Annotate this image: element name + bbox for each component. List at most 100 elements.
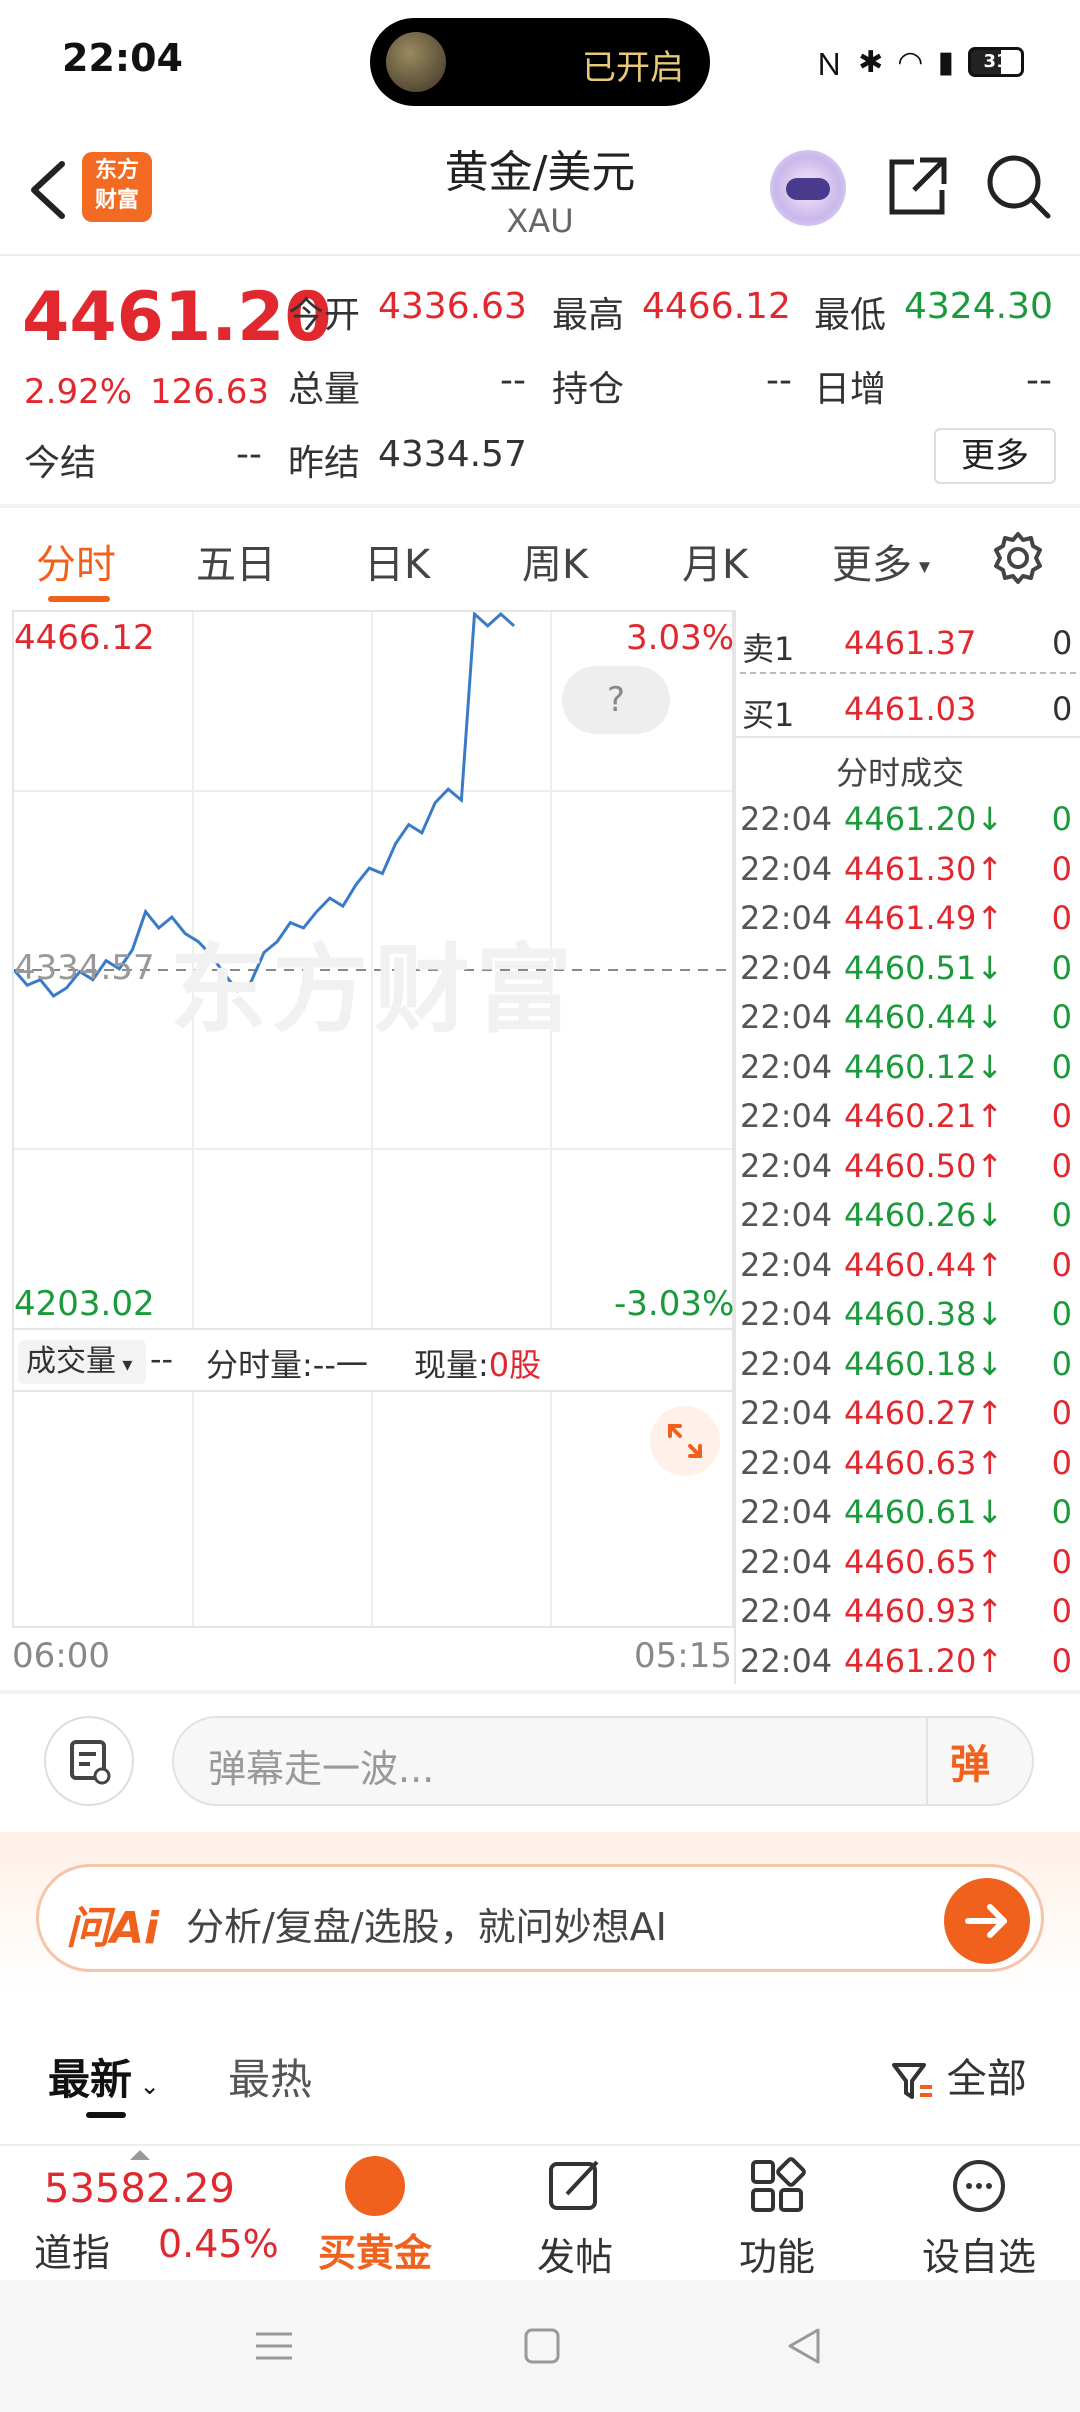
trade-price: 4460.26↓ — [844, 1196, 1004, 1234]
trade-price: 4460.63↑ — [844, 1443, 1004, 1482]
nfc-icon: Ｎ — [814, 48, 845, 83]
sell1-price: 4461.37 — [844, 624, 977, 662]
dropdown-icon: ▾ — [116, 1352, 133, 1376]
change-amount: 126.63 — [150, 372, 269, 412]
trade-price: 4461.20↓ — [844, 800, 1004, 838]
arrow-right-icon[interactable] — [944, 1878, 1030, 1964]
page-title: 黄金/美元 — [444, 147, 636, 198]
add-watchlist-button[interactable]: 设自选 — [904, 2156, 1054, 2281]
back-nav-icon[interactable] — [784, 2326, 824, 2370]
notes-icon[interactable] — [44, 1716, 134, 1806]
filter-icon — [892, 2063, 932, 2099]
low-label: 最低 — [814, 295, 887, 336]
search-icon[interactable] — [984, 152, 1052, 224]
news-tab-hot[interactable]: 最热 — [228, 2046, 312, 2107]
trade-volume: 0 — [1051, 1344, 1072, 1383]
trade-price: 4460.18↓ — [844, 1344, 1004, 1383]
time-volume-label: 分时量:--一 — [206, 1346, 368, 1384]
volume-chart[interactable] — [12, 1390, 734, 1628]
trade-time: 22:04 — [740, 1146, 833, 1185]
settle-label: 今结 — [24, 443, 97, 484]
battery-icon: 31 — [968, 47, 1024, 77]
trade-price: 4461.30↑ — [844, 849, 1004, 888]
trade-time: 22:04 — [740, 1295, 833, 1333]
ai-assistant-avatar[interactable] — [770, 150, 846, 226]
trade-volume: 0 — [1051, 1295, 1072, 1333]
expand-icon[interactable] — [650, 1406, 720, 1476]
watermark: 东方财富 — [170, 934, 578, 1046]
status-time: 22:04 — [62, 36, 183, 80]
trade-row: 22:04 4460.21↑ 0 — [740, 1097, 1076, 1145]
trade-row: 22:04 4460.27↑ 0 — [740, 1394, 1076, 1442]
trade-time: 22:04 — [740, 1493, 833, 1531]
tab-monthly-k[interactable]: 月K — [682, 532, 748, 590]
trade-price: 4460.50↑ — [844, 1146, 1004, 1185]
tab-daily-k[interactable]: 日K — [364, 532, 430, 590]
danmaku-toggle-button[interactable]: 弹 — [950, 1732, 990, 1790]
buy1-volume: 0 — [1052, 690, 1073, 728]
trade-price: 4460.44↓ — [844, 998, 1004, 1036]
trade-row: 22:04 4461.49↑ 0 — [740, 899, 1076, 947]
share-icon[interactable] — [884, 152, 952, 224]
open-interest-label: 持仓 — [552, 369, 625, 410]
edit-icon — [549, 2160, 599, 2210]
trade-volume: 0 — [1051, 998, 1072, 1036]
trade-price: 4461.49↑ — [844, 899, 1004, 937]
tab-more[interactable]: 更多 ▾ — [832, 532, 930, 590]
sell1-volume: 0 — [1052, 624, 1073, 662]
more-button[interactable]: 更多 — [934, 428, 1056, 484]
volume-value: -- — [500, 360, 526, 401]
dynamic-island[interactable]: 已开启 — [370, 18, 710, 106]
gear-icon[interactable] — [990, 530, 1046, 590]
trade-volume: 0 — [1051, 948, 1072, 987]
ai-logo: 问Ai — [66, 1903, 160, 1954]
dow-index-value[interactable]: 53582.29 — [44, 2166, 235, 2212]
buy-gold-button[interactable]: 买黄金 — [300, 2156, 450, 2277]
trade-time: 22:04 — [740, 849, 833, 888]
trade-time: 22:04 — [740, 1542, 833, 1581]
open-value: 4336.63 — [378, 286, 527, 327]
change-percent: 2.92% — [24, 372, 133, 412]
ai-prompt-text: 分析/复盘/选股，就问妙想AI — [186, 1905, 667, 1949]
trade-volume: 0 — [1051, 849, 1072, 888]
trade-volume: 0 — [1051, 1097, 1072, 1135]
trade-row: 22:04 4460.12↓ 0 — [740, 1048, 1076, 1096]
news-tab-latest[interactable]: 最新 ⌄ — [48, 2046, 160, 2107]
tab-five-day[interactable]: 五日 — [196, 532, 276, 590]
trade-time: 22:04 — [740, 948, 833, 987]
flashlight-icon — [386, 32, 446, 92]
grid-icon — [751, 2157, 806, 2212]
functions-button[interactable]: 功能 — [702, 2156, 852, 2281]
trade-time: 22:04 — [740, 1592, 833, 1630]
low-value: 4324.30 — [904, 286, 1053, 327]
menu-icon[interactable] — [254, 2326, 294, 2370]
active-tab-indicator — [48, 596, 110, 602]
back-icon[interactable] — [20, 150, 80, 230]
help-button[interactable]: ? — [562, 666, 670, 734]
trade-time: 22:04 — [740, 1394, 833, 1432]
trade-volume: 0 — [1051, 1542, 1072, 1581]
trade-row: 22:04 4460.61↓ 0 — [740, 1493, 1076, 1541]
tab-intraday[interactable]: 分时 — [36, 532, 116, 590]
chart-min-pct: -3.03% — [614, 1284, 735, 1324]
trade-time: 22:04 — [740, 1097, 833, 1135]
current-volume: 现量:0股 — [414, 1346, 542, 1384]
app-logo[interactable]: 东方 财富 — [82, 152, 152, 222]
trade-row: 22:04 4461.20↑ 0 — [740, 1642, 1076, 1690]
orderbook-divider — [740, 672, 1076, 674]
filter-button[interactable]: 全部 — [890, 2046, 1027, 2104]
trade-row: 22:04 4460.26↓ 0 — [740, 1196, 1076, 1244]
dow-index-percent: 0.45% — [158, 2222, 279, 2266]
open-label: 今开 — [288, 295, 361, 336]
tab-weekly-k[interactable]: 周K — [522, 532, 588, 590]
trade-price: 4460.38↓ — [844, 1295, 1004, 1333]
caret-up-icon[interactable] — [130, 2150, 150, 2160]
daily-increase-value: -- — [1026, 360, 1052, 401]
home-icon[interactable] — [522, 2326, 562, 2370]
volume-indicator-select[interactable]: 成交量 ▾ — [18, 1340, 146, 1384]
trade-row: 22:04 4460.93↑ 0 — [740, 1592, 1076, 1640]
quote-divider — [0, 504, 1080, 508]
post-button[interactable]: 发帖 — [500, 2156, 650, 2281]
prev-settle-value: 4334.57 — [378, 434, 527, 475]
chart-prev-close: 4334.57 — [14, 948, 155, 988]
